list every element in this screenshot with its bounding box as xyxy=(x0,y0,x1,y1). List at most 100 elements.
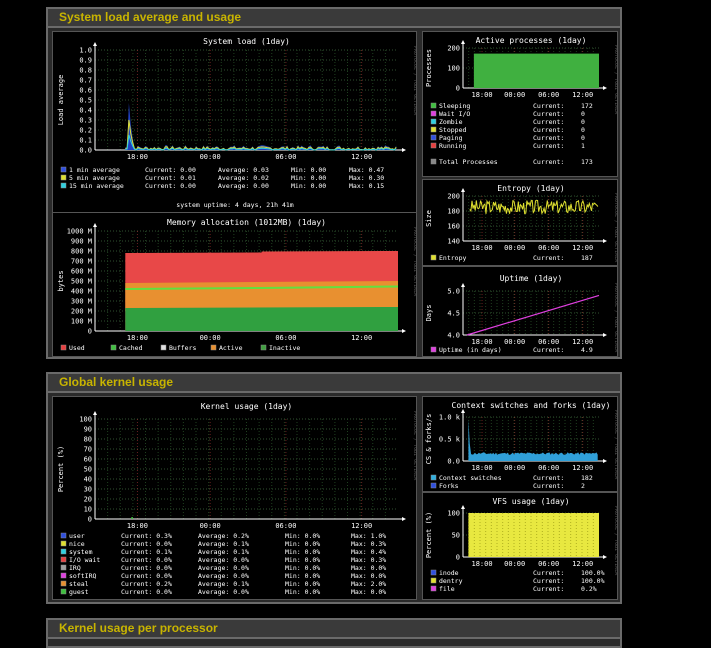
x-tick-label: 12:00 xyxy=(572,244,593,252)
legend-cur: Current: 0.1% xyxy=(121,548,172,556)
legend-cur: Current: xyxy=(533,569,564,577)
legend-swatch xyxy=(110,344,117,351)
legend-max: Max: 0.3% xyxy=(351,556,386,564)
legend-label: 15 min average xyxy=(69,182,124,190)
x-tick-label: 06:00 xyxy=(538,91,559,99)
legend-cur: Current: xyxy=(533,134,564,142)
x-tick-label: 06:00 xyxy=(538,464,559,472)
legend-max: Max: 1.0% xyxy=(351,532,386,540)
chart-memory[interactable]: Memory allocation (1012MB) (1day) bytes PR… xyxy=(52,212,417,357)
legend-val: 1 xyxy=(581,142,585,150)
uptime-line xyxy=(466,294,600,336)
legend-label: Used xyxy=(69,344,85,352)
y-tick-label: 800 M xyxy=(71,248,92,256)
legend-cur: Current: xyxy=(533,102,564,110)
legend-cur: Current: 0.0% xyxy=(121,540,172,548)
y-tick-label: 60 xyxy=(84,456,92,464)
legend-swatch xyxy=(210,344,217,351)
legend-cur: Current: xyxy=(533,474,564,482)
y-tick-label: 0.2 xyxy=(79,127,92,135)
legend-min: Min: 0.0% xyxy=(285,572,320,580)
legend-label: file xyxy=(439,585,455,593)
legend-label: system xyxy=(69,548,93,556)
legend-label: I/O wait xyxy=(69,556,100,564)
legend-label: user xyxy=(69,532,85,540)
axis-arrow xyxy=(402,517,406,521)
chart-entropy[interactable]: Entropy (1day) Size PROTOCOL / TOBI OETIKE… xyxy=(422,179,618,266)
y-tick-label: 0 xyxy=(456,85,460,93)
x-tick-label: 18:00 xyxy=(472,244,493,252)
legend-label: Total Processes xyxy=(439,158,498,166)
legend-max: Max: 0.4% xyxy=(351,548,386,556)
chart-vfs[interactable]: VFS usage (1day) Percent (%) PROTOCOL / TO… xyxy=(422,492,618,600)
legend-val: 0.2% xyxy=(581,585,597,593)
legend-label: 1 min average xyxy=(69,166,120,174)
legend-max: Max: 0.30 xyxy=(349,174,384,182)
legend-cur: Current: xyxy=(533,585,564,593)
legend-swatch xyxy=(430,569,437,576)
legend-min: Min: 0.0% xyxy=(285,556,320,564)
chart-processes[interactable]: Active processes (1day) Processes PROTOCOL… xyxy=(422,31,618,177)
chart-title: Active processes (1day) xyxy=(476,36,587,45)
x-tick-label: 12:00 xyxy=(572,560,593,568)
legend-cur: Current: xyxy=(533,142,564,150)
x-tick-label: 00:00 xyxy=(200,153,221,161)
legend-val: 100.0% xyxy=(581,577,605,585)
y-tick-label: 100 xyxy=(447,510,460,518)
axis-arrow xyxy=(93,411,97,415)
watermark: PROTOCOL / TOBI OETIKER xyxy=(412,227,417,297)
chart-kernel[interactable]: Kernel usage (1day) Percent (%) PROTOCOL /… xyxy=(52,396,417,600)
section-kernel: Global kernel usage Kernel usage (1day) P… xyxy=(46,372,622,604)
section-title: Kernel usage per processor xyxy=(48,620,620,639)
legend-label: Context switches xyxy=(439,474,502,482)
legend-swatch xyxy=(430,102,437,109)
legend-min: Min: 0.00 xyxy=(291,174,326,182)
legend-avg: Average: 0.0% xyxy=(198,572,249,580)
chart-context[interactable]: Context switches and forks (1day) CS & fo… xyxy=(422,396,618,492)
legend-cur: Current: 0.3% xyxy=(121,532,172,540)
legend-label: inode xyxy=(439,569,459,577)
legend-avg: Average: 0.2% xyxy=(198,532,249,540)
y-tick-label: 0.1 xyxy=(79,137,92,145)
y-axis-label: Percent (%) xyxy=(57,446,65,492)
legend-swatch xyxy=(60,588,67,595)
legend-cur: Current: xyxy=(533,482,564,490)
chart-system-load[interactable]: System load (1day) Load average PROTOCOL /… xyxy=(52,31,417,214)
x-tick-label: 06:00 xyxy=(538,244,559,252)
legend-swatch xyxy=(60,182,67,189)
legend-label: softIRQ xyxy=(69,572,96,580)
chart-title: VFS usage (1day) xyxy=(492,497,569,506)
y-tick-label: 70 xyxy=(84,446,92,454)
legend-max: Max: 0.0% xyxy=(351,564,386,572)
legend-swatch xyxy=(60,540,67,547)
y-tick-label: 200 xyxy=(447,193,460,201)
chart-title: Memory allocation (1012MB) (1day) xyxy=(167,218,326,227)
legend-val: 0 xyxy=(581,110,585,118)
chart-title: Kernel usage (1day) xyxy=(201,402,293,411)
watermark: PROTOCOL / TOBI OETIKER xyxy=(412,46,417,116)
legend-swatch xyxy=(430,134,437,141)
legend-val: 0 xyxy=(581,118,585,126)
legend-val: 4.9 xyxy=(581,346,593,354)
axis-arrow xyxy=(93,42,97,46)
legend-label: Active xyxy=(219,344,243,352)
watermark: PROTOCOL / TOBI OETIKER xyxy=(613,506,618,576)
y-tick-label: 160 xyxy=(447,223,460,231)
legend-cur: Current: xyxy=(533,254,564,262)
watermark: PROTOCOL / TOBI OETIKER xyxy=(613,45,618,115)
y-axis-label: bytes xyxy=(57,270,65,291)
legend-avg: Average: 0.1% xyxy=(198,580,249,588)
legend-avg: Average: 0.02 xyxy=(218,174,269,182)
x-tick-label: 18:00 xyxy=(127,153,148,161)
inactive-area xyxy=(125,307,399,331)
y-tick-label: 500 M xyxy=(71,278,92,286)
y-tick-label: 180 xyxy=(447,208,460,216)
legend-cur: Current: 0.0% xyxy=(121,556,172,564)
y-tick-label: 300 M xyxy=(71,298,92,306)
x-tick-label: 12:00 xyxy=(351,334,372,342)
y-tick-label: 900 M xyxy=(71,238,92,246)
legend-label: Wait I/O xyxy=(439,110,470,118)
chart-uptime[interactable]: Uptime (1day) Days PROTOCOL / TOBI OETIKER… xyxy=(422,266,618,357)
legend-cur: Current: 0.00 xyxy=(145,182,196,190)
legend-max: Max: 0.15 xyxy=(349,182,384,190)
